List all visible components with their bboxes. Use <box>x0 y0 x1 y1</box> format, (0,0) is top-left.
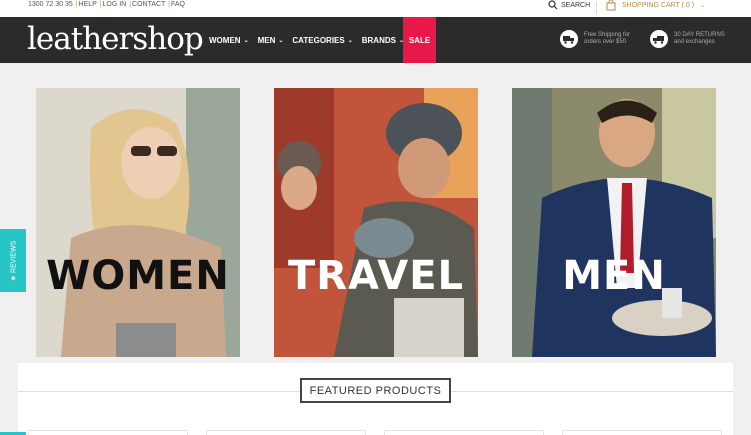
banner-women[interactable]: WOMEN <box>36 88 240 357</box>
menu-item-sale[interactable]: SALE <box>403 17 436 63</box>
featured-products-heading: FEATURED PRODUCTS <box>300 378 451 403</box>
returns-promo: 30 DAY RETURNS and exchanges <box>650 30 725 48</box>
menu-item-label: WOMEN <box>209 35 241 45</box>
top-links: 1300 72 30 35 |HELP |LOG IN |CONTACT |FA… <box>28 1 185 8</box>
free-shipping-promo: Free Shipping for orders over $50 <box>560 30 630 48</box>
women-photo <box>36 88 240 357</box>
return-truck-icon <box>650 30 668 48</box>
product-card[interactable] <box>28 430 188 435</box>
menu-item-label: CATEGORIES <box>292 35 345 45</box>
top-bar: 1300 72 30 35 |HELP |LOG IN |CONTACT |FA… <box>0 0 751 17</box>
shopping-bag-icon <box>606 0 616 11</box>
cart-label: SHOPPING CART ( 0 ) <box>622 2 695 9</box>
help-link[interactable]: HELP <box>79 1 97 8</box>
site-logo[interactable]: leathershop <box>27 21 204 57</box>
truck-icon <box>560 30 578 48</box>
reviews-label: ★ REVIEWS <box>10 240 18 281</box>
product-card[interactable] <box>562 430 722 435</box>
chevron-down-icon: ⌄ <box>700 3 706 9</box>
chevron-down-icon: ⌄ <box>278 37 284 44</box>
product-card[interactable] <box>384 430 544 435</box>
banner-men-label: MEN <box>562 253 666 299</box>
search-icon <box>548 0 558 10</box>
banner-travel[interactable]: TRAVEL <box>274 88 478 357</box>
main-menu: WOMEN ⌄ MEN ⌄ CATEGORIES ⌄ BRANDS ⌄ <box>209 17 413 63</box>
search-button[interactable]: SEARCH <box>548 0 590 10</box>
banner-men[interactable]: MEN <box>512 88 716 357</box>
banner-travel-label: TRAVEL <box>287 253 465 299</box>
contact-link[interactable]: CONTACT <box>132 1 165 8</box>
menu-item-label: MEN <box>257 35 276 45</box>
login-link[interactable]: LOG IN <box>103 1 127 8</box>
menu-item-label: BRANDS <box>361 35 396 45</box>
menu-item-categories[interactable]: CATEGORIES ⌄ <box>292 36 352 45</box>
faq-link[interactable]: FAQ <box>171 1 185 8</box>
promo-line: orders over $50 <box>584 39 627 45</box>
product-card[interactable] <box>206 430 366 435</box>
banner-women-label: WOMEN <box>46 253 230 299</box>
search-label: SEARCH <box>561 1 591 9</box>
men-photo <box>512 88 716 357</box>
promo-line: Free Shipping for <box>584 32 631 38</box>
reviews-tab[interactable]: ★ REVIEWS <box>0 229 26 292</box>
phone-number: 1300 72 30 35 <box>28 1 73 8</box>
promo-line: and exchanges <box>674 39 715 45</box>
main-navbar: leathershop WOMEN ⌄ MEN ⌄ CATEGORIES ⌄ BRAN… <box>0 17 751 63</box>
chevron-down-icon: ⌄ <box>347 37 353 44</box>
shopping-cart-button[interactable]: SHOPPING CART ( 0 ) ⌄ <box>606 0 705 11</box>
menu-item-men[interactable]: MEN ⌄ <box>258 36 284 45</box>
chevron-down-icon: ⌄ <box>243 37 249 44</box>
travel-photo <box>274 88 478 357</box>
menu-item-women[interactable]: WOMEN ⌄ <box>209 36 249 45</box>
menu-item-brands[interactable]: BRANDS ⌄ <box>362 36 404 45</box>
promo-line: 30 DAY RETURNS <box>674 32 725 38</box>
featured-section: FEATURED PRODUCTS <box>18 363 733 435</box>
